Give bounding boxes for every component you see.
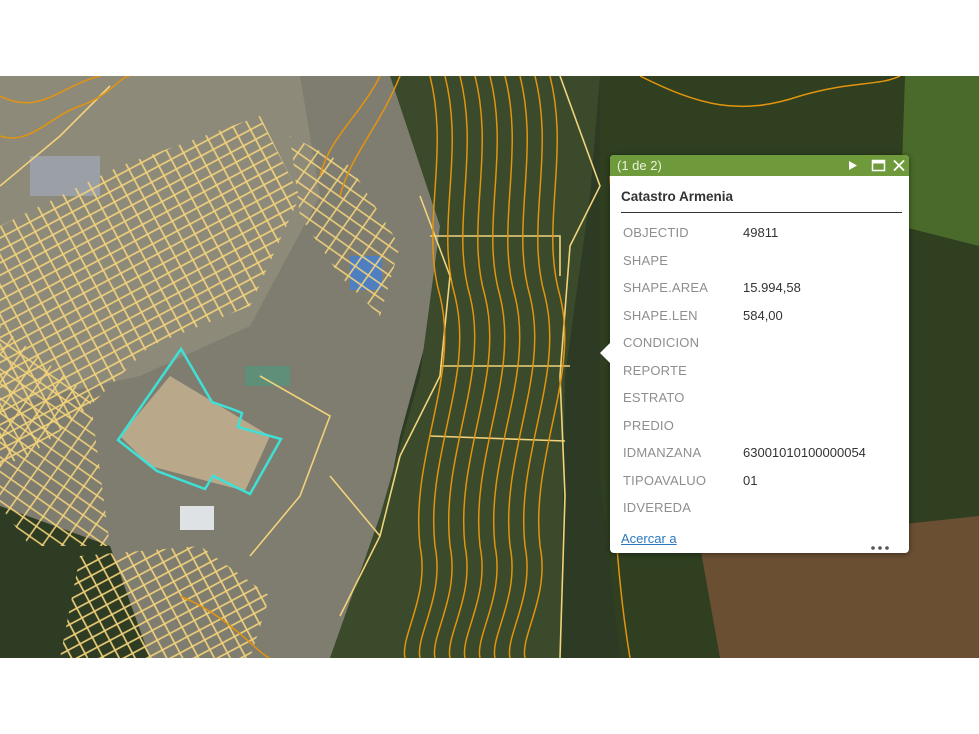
next-feature-button[interactable]	[847, 157, 859, 174]
attribute-row: TIPOAVALUO 01	[621, 467, 902, 495]
maximize-button[interactable]	[871, 157, 886, 174]
attribute-key: CONDICION	[623, 335, 700, 351]
building	[245, 366, 290, 386]
field-green	[900, 76, 979, 246]
popup-header: (1 de 2)	[610, 155, 909, 176]
close-icon	[893, 159, 905, 172]
attribute-key: SHAPE.LEN	[623, 307, 698, 323]
maximize-icon	[871, 159, 886, 172]
popup-content: Catastro Armenia OBJECTID 49811 SHAPE SHAPE…	[610, 189, 909, 522]
popup-actions: Acercar a	[621, 531, 895, 550]
attribute-key: IDVEREDA	[623, 500, 692, 516]
feature-counter: (1 de 2)	[617, 158, 662, 173]
popup-pointer	[600, 343, 610, 363]
attribute-row: SHAPE	[621, 247, 902, 275]
attribute-row: IDVEREDA	[621, 494, 902, 522]
attribute-row: OBJECTID 49811	[621, 219, 902, 247]
play-icon	[849, 161, 857, 170]
attribute-key: OBJECTID	[623, 225, 689, 241]
attribute-value: 01	[743, 472, 758, 488]
zoom-to-link[interactable]: Acercar a	[621, 531, 677, 546]
more-icon	[871, 546, 889, 550]
attribute-key: REPORTE	[623, 362, 688, 378]
attribute-row: REPORTE	[621, 357, 902, 385]
attribute-key: SHAPE	[623, 252, 669, 268]
attribute-value: 49811	[743, 225, 779, 241]
close-button[interactable]	[892, 157, 906, 174]
attribute-row: CONDICION	[621, 329, 902, 357]
attribute-key: SHAPE.AREA	[623, 280, 709, 296]
attribute-row: PREDIO	[621, 412, 902, 440]
attribute-key: PREDIO	[623, 417, 675, 433]
attribute-row: SHAPE.LEN 584,00	[621, 302, 902, 330]
attribute-row: IDMANZANA 63001010100000054	[621, 439, 902, 467]
layer-title: Catastro Armenia	[621, 189, 902, 213]
attribute-key: IDMANZANA	[623, 445, 702, 461]
attribute-key: TIPOAVALUO	[623, 472, 707, 488]
info-popup: (1 de 2) Catastro Armenia OBJECTID 49811 S…	[600, 155, 909, 553]
more-actions-button[interactable]	[871, 537, 889, 550]
building	[180, 506, 214, 530]
attribute-row: SHAPE.AREA 15.994,58	[621, 274, 902, 302]
attribute-value: 584,00	[743, 307, 783, 323]
attribute-value: 63001010100000054	[743, 445, 866, 461]
attribute-key: ESTRATO	[623, 390, 685, 406]
attribute-value: 15.994,58	[743, 280, 801, 296]
attribute-table: OBJECTID 49811 SHAPE SHAPE.AREA 15.994,58 SHA…	[621, 219, 902, 522]
attribute-row: ESTRATO	[621, 384, 902, 412]
